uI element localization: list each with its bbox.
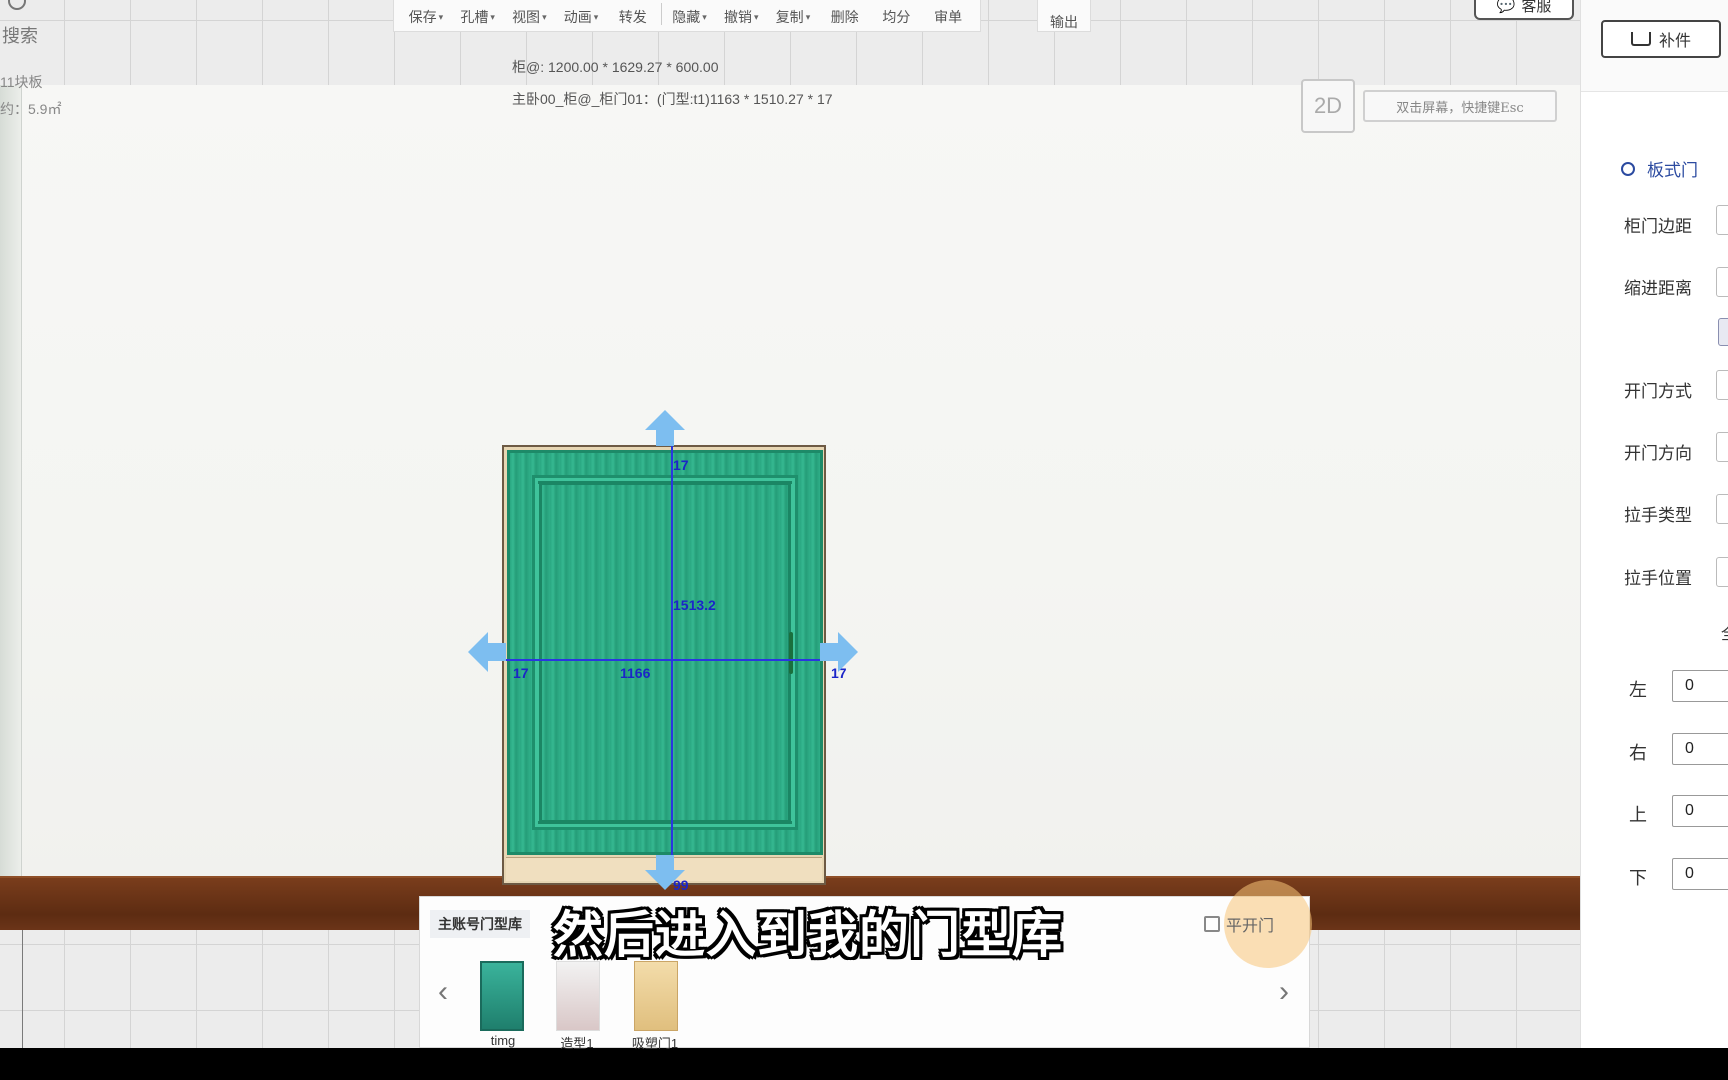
toolbar-animation-button[interactable]: 动画 ▾ bbox=[555, 7, 607, 27]
height-label: 1513.2 bbox=[673, 597, 716, 613]
chevron-down-icon: ▾ bbox=[805, 11, 811, 22]
resize-up-arrow-icon[interactable] bbox=[645, 410, 685, 430]
library-item-label: 吸塑门1 bbox=[631, 1036, 679, 1051]
door-margin-input[interactable] bbox=[1716, 205, 1728, 235]
main-toolbar: 保存 ▾ 孔槽 ▾ 视图 ▾ 动画 ▾ 转发 隐藏 ▾ 撤销 ▾ 复制 ▾ 删除 均分 审单 bbox=[393, 0, 981, 32]
radio-icon bbox=[1621, 161, 1635, 176]
chevron-down-icon: ▾ bbox=[490, 11, 495, 22]
door-handle bbox=[789, 632, 793, 674]
wall-edge bbox=[0, 85, 22, 883]
width-label: 1166 bbox=[620, 665, 651, 681]
toolbar-view-button[interactable]: 视图 ▾ bbox=[503, 7, 555, 27]
resize-left-arrow-icon[interactable] bbox=[468, 632, 488, 672]
divider-line bbox=[22, 930, 23, 1048]
chevron-down-icon: ▾ bbox=[438, 11, 444, 22]
left-gap-label: 17 bbox=[513, 665, 529, 681]
flat-door-button[interactable]: 平开门 bbox=[1204, 912, 1274, 936]
toolbar-review-button[interactable]: 审单 bbox=[922, 7, 974, 27]
area-info: 约：5.9㎡ bbox=[0, 101, 62, 117]
toolbar-separator bbox=[660, 3, 662, 25]
handle-position-label: 拉手位置 bbox=[1624, 569, 1692, 588]
next-arrow-icon[interactable]: › bbox=[1279, 975, 1289, 1009]
toolbar-holes-button[interactable]: 孔槽 ▾ bbox=[452, 7, 504, 27]
vertical-dimension-line bbox=[671, 444, 673, 882]
toolbar-delete-button[interactable]: 删除 bbox=[819, 7, 871, 27]
horizontal-dimension-line bbox=[500, 659, 828, 661]
door-margin-label: 柜门边距 bbox=[1624, 217, 1692, 236]
chat-icon: 💬 bbox=[1496, 0, 1516, 14]
chevron-down-icon: ▾ bbox=[702, 11, 707, 22]
library-item-timg[interactable] bbox=[480, 961, 524, 1031]
toolbar-divide-button[interactable]: 均分 bbox=[871, 7, 923, 27]
toolbar-copy-button[interactable]: 复制 ▾ bbox=[767, 7, 819, 27]
service-label: 客服 bbox=[1521, 0, 1552, 15]
cabinet-dimensions: 柜@: 1200.00 * 1629.27 * 600.00 bbox=[512, 59, 719, 75]
resize-down-arrow-icon[interactable] bbox=[645, 870, 685, 890]
library-item-label: timg bbox=[490, 1033, 516, 1048]
toolbar-hide-button[interactable]: 隐藏 ▾ bbox=[664, 7, 716, 27]
toolbar-save-button[interactable]: 保存 ▾ bbox=[400, 7, 452, 27]
left-side-label: 左 bbox=[1629, 680, 1647, 700]
right-side-input[interactable]: 0 bbox=[1672, 733, 1728, 765]
library-item-label: 造型1 bbox=[560, 1036, 594, 1051]
right-side-label: 右 bbox=[1629, 743, 1647, 763]
handle-position-select[interactable] bbox=[1716, 557, 1728, 587]
indent-option-button[interactable] bbox=[1718, 318, 1728, 346]
resize-right-arrow-icon[interactable] bbox=[838, 632, 858, 672]
top-gap-label: 17 bbox=[673, 457, 689, 473]
handle-type-select[interactable] bbox=[1716, 494, 1728, 524]
open-method-label: 开门方式 bbox=[1624, 382, 1692, 401]
edit-icon bbox=[1204, 916, 1220, 932]
search-label[interactable]: 搜索 bbox=[2, 22, 38, 48]
bottom-side-input[interactable]: 0 bbox=[1672, 858, 1728, 890]
chevron-down-icon: ▾ bbox=[542, 11, 547, 22]
panel-door-radio[interactable]: 板式门 bbox=[1621, 156, 1698, 181]
resize-left-stem[interactable] bbox=[486, 643, 506, 661]
door-dimensions: 主卧00_柜@_柜门01：(门型:t1)1163 * 1510.27 * 17 bbox=[512, 91, 833, 107]
exit-hint[interactable]: 双击屏幕，快捷键Esc bbox=[1363, 90, 1557, 122]
all-label: 全 bbox=[1721, 620, 1728, 644]
open-direction-select[interactable] bbox=[1716, 432, 1728, 462]
chevron-down-icon: ▾ bbox=[593, 11, 599, 22]
door-panel bbox=[538, 481, 792, 824]
left-side-input[interactable]: 0 bbox=[1672, 670, 1728, 702]
library-item-shape1[interactable] bbox=[556, 961, 600, 1031]
resize-down-stem[interactable] bbox=[656, 855, 674, 871]
indent-label: 缩进距离 bbox=[1624, 279, 1692, 298]
prev-arrow-icon[interactable]: ‹ bbox=[438, 975, 448, 1009]
video-subtitle: 然后进入到我的门型库 bbox=[553, 907, 1063, 963]
cabinet-door[interactable] bbox=[507, 450, 823, 855]
chevron-down-icon: ▾ bbox=[753, 11, 759, 22]
indent-input[interactable] bbox=[1716, 267, 1728, 297]
supplement-button[interactable]: 补件 bbox=[1601, 20, 1721, 58]
properties-panel: 补件 板式门 柜门边距 缩进距离 开门方式 开门方向 拉手类型 拉手位置 全 左… bbox=[1580, 0, 1728, 1048]
cart-icon bbox=[1630, 32, 1651, 46]
toolbar-undo-button[interactable]: 撤销 ▾ bbox=[715, 7, 767, 27]
top-side-input[interactable]: 0 bbox=[1672, 795, 1728, 827]
open-method-select[interactable] bbox=[1716, 370, 1728, 400]
toolbar-forward-button[interactable]: 转发 bbox=[607, 7, 659, 27]
output-button[interactable]: 输出 bbox=[1037, 0, 1091, 32]
handle-type-label: 拉手类型 bbox=[1624, 506, 1692, 525]
resize-up-stem[interactable] bbox=[656, 428, 674, 446]
2d-toggle-button[interactable]: 2D bbox=[1301, 79, 1355, 133]
bottom-side-label: 下 bbox=[1629, 868, 1647, 888]
top-side-label: 上 bbox=[1629, 805, 1647, 825]
board-count: 11块板 bbox=[0, 74, 43, 90]
panel-header: 补件 bbox=[1581, 0, 1728, 92]
resize-right-stem[interactable] bbox=[820, 643, 840, 661]
radio-label: 板式门 bbox=[1647, 161, 1698, 180]
open-direction-label: 开门方向 bbox=[1624, 444, 1692, 463]
flat-door-label: 平开门 bbox=[1226, 918, 1275, 935]
supplement-label: 补件 bbox=[1658, 33, 1691, 50]
library-tab-main-account[interactable]: 主账号门型库 bbox=[430, 910, 530, 938]
library-item-vacuum-door1[interactable] bbox=[634, 961, 678, 1031]
customer-service-button[interactable]: 💬 客服 bbox=[1474, 0, 1574, 20]
